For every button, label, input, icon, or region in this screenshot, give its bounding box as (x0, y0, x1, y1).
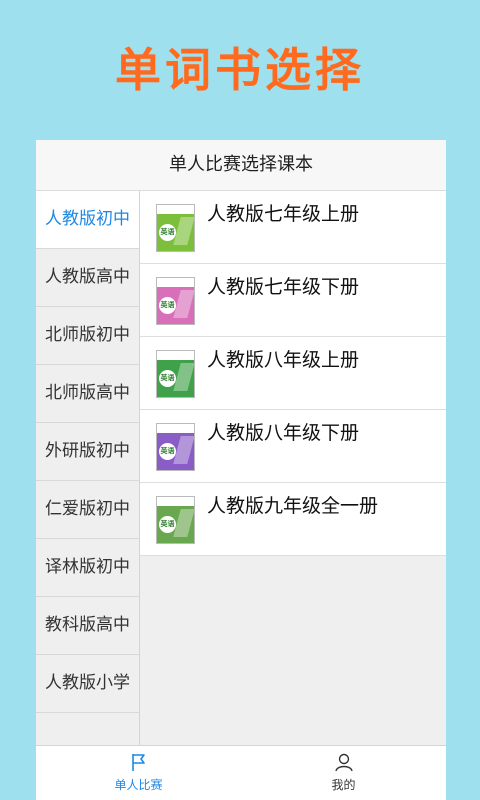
book-title: 人教版八年级上册 (207, 349, 360, 371)
flag-icon (131, 754, 145, 771)
book-list-item[interactable]: 英语 人教版八年级上册 (140, 337, 446, 410)
tab-single-match[interactable]: 单人比赛 (36, 746, 241, 800)
sidebar-item-ra-junior[interactable]: 仁爱版初中 (36, 481, 139, 539)
sidebar-item-jk-senior[interactable]: 教科版高中 (36, 597, 139, 655)
book-title: 人教版九年级全一册 (207, 495, 379, 517)
sidebar-item-rjb-junior[interactable]: 人教版初中 (36, 191, 139, 249)
book-list-item[interactable]: 英语 人教版八年级下册 (140, 410, 446, 483)
cover-badge: 英语 (159, 297, 176, 314)
book-title: 人教版八年级下册 (207, 422, 360, 444)
textbook-cover-icon: 英语 (156, 277, 195, 325)
textbook-cover-icon: 英语 (156, 496, 195, 544)
book-list-item[interactable]: 英语 人教版九年级全一册 (140, 483, 446, 556)
page-banner-title: 单词书选择 (115, 43, 365, 97)
book-list-item[interactable]: 英语 人教版七年级下册 (140, 264, 446, 337)
textbook-cover-icon: 英语 (156, 204, 195, 252)
book-list: 英语 人教版七年级上册 英语 人教版七年级下册 英语 人教版八年级上册 英语 人教版八年级下册… (140, 191, 446, 746)
tab-label: 我的 (331, 778, 356, 792)
tab-label: 单人比赛 (114, 778, 163, 792)
bottom-tab-bar: 单人比赛 我的 (36, 745, 446, 800)
card-header: 单人比赛选择课本 (36, 140, 446, 191)
sidebar-item-wyb-junior[interactable]: 外研版初中 (36, 423, 139, 481)
sidebar-item-rjb-primary[interactable]: 人教版小学 (36, 655, 139, 713)
publisher-sidebar: 人教版初中 人教版高中 北师版初中 北师版高中 外研版初中 仁爱版初中 译林版初… (36, 191, 140, 746)
sidebar-item-bsd-senior[interactable]: 北师版高中 (36, 365, 139, 423)
sidebar-item-yl-junior[interactable]: 译林版初中 (36, 539, 139, 597)
sidebar-item-rjb-senior[interactable]: 人教版高中 (36, 249, 139, 307)
book-title: 人教版七年级下册 (207, 276, 360, 298)
book-list-item[interactable]: 英语 人教版七年级上册 (140, 191, 446, 264)
book-title: 人教版七年级上册 (207, 203, 360, 225)
sidebar-item-bsd-junior[interactable]: 北师版初中 (36, 307, 139, 365)
textbook-cover-icon: 英语 (156, 423, 195, 471)
cover-badge: 英语 (159, 443, 176, 460)
tab-profile[interactable]: 我的 (241, 746, 446, 800)
textbook-selection-card: 单人比赛选择课本 人教版初中 人教版高中 北师版初中 北师版高中 外研版初中 仁… (36, 140, 446, 800)
cover-badge: 英语 (159, 370, 176, 387)
cover-badge: 英语 (159, 516, 176, 533)
content-area: 人教版初中 人教版高中 北师版初中 北师版高中 外研版初中 仁爱版初中 译林版初… (36, 191, 446, 746)
textbook-cover-icon: 英语 (156, 350, 195, 398)
user-icon (334, 753, 353, 772)
cover-badge: 英语 (159, 224, 176, 241)
